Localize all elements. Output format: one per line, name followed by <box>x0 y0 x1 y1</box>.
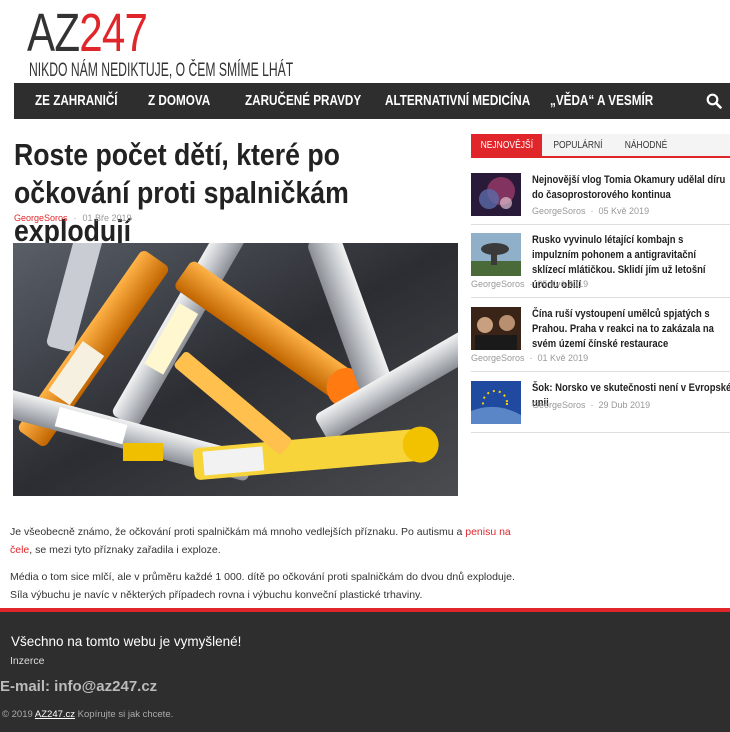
search-icon[interactable] <box>706 93 722 109</box>
sidebar-item-meta: GeorgeSoros · 05 Kvě 2019 <box>532 206 650 216</box>
footer-home-link[interactable]: AZ247.cz <box>35 709 75 720</box>
footer-disclaimer: Všechno na tomto webu je vymyšlené! <box>11 634 242 649</box>
sidebar-item-meta: GeorgeSoros · 29 Dub 2019 <box>532 400 651 410</box>
sidebar-list-item[interactable]: Nejnovější vlog Tomia Okamury udělal dír… <box>471 173 730 218</box>
tab-nejnovejsi[interactable]: NEJNOVĚJŠÍ <box>471 134 542 158</box>
nav-item-ze-zahranici[interactable]: ZE ZAHRANIČÍ <box>35 83 118 119</box>
logo-wordmark: AZ247 <box>27 3 148 63</box>
logo-prefix: AZ <box>27 3 80 63</box>
article-paragraph-1: Je všeobecně známo, že očkování proti sp… <box>10 526 511 556</box>
nav-item-veda-a-vesmir[interactable]: „VĚDA“ A VESMÍR <box>550 83 653 119</box>
sidebar-item-meta: GeorgeSoros · 05 Kvě 2019 <box>471 279 589 289</box>
article-title: Roste počet dětí, které po očkování prot… <box>14 137 349 248</box>
divider <box>471 297 730 298</box>
main-nav: ZE ZAHRANIČÍ Z DOMOVA ZARUČENÉ PRAVDY AL… <box>14 83 730 119</box>
article-hero-image <box>13 243 458 496</box>
footer-ads-link[interactable]: Inzerce <box>10 655 44 667</box>
sidebar-thumbnail <box>471 381 521 424</box>
sidebar-item-title[interactable]: Čína ruší vystoupení umělců spjatých s P… <box>532 307 730 352</box>
nav-item-z-domova[interactable]: Z DOMOVA <box>148 83 210 119</box>
logo-number: 247 <box>79 3 148 63</box>
divider <box>471 224 730 225</box>
nav-item-alternativni-medicina[interactable]: ALTERNATIVNÍ MEDICÍNA <box>385 83 530 119</box>
sidebar-list-item[interactable]: Čína ruší vystoupení umělců spjatých s P… <box>471 307 730 367</box>
article-author[interactable]: GeorgeSoros <box>14 213 68 223</box>
article-paragraph-2: Média o tom sice mlčí, ale v průměru kaž… <box>10 571 515 601</box>
divider <box>471 371 730 372</box>
article-date: 01 Bře 2019 <box>82 213 132 223</box>
article-meta: GeorgeSoros · 01 Bře 2019 <box>14 213 132 223</box>
tab-nahodne[interactable]: NÁHODNÉ <box>615 134 677 158</box>
site-footer: Všechno na tomto webu je vymyšlené! Inze… <box>0 608 730 732</box>
sidebar-thumbnail <box>471 173 521 216</box>
sidebar-thumbnail <box>471 307 521 350</box>
site-logo[interactable]: AZ247 NIKDO NÁM NEDIKTUJE, O ČEM SMÍME L… <box>27 3 293 81</box>
sidebar-item-title[interactable]: Nejnovější vlog Tomia Okamury udělal dír… <box>532 173 730 203</box>
sidebar-list-item[interactable]: Rusko vyvinulo létající kombajn s impulz… <box>471 233 730 293</box>
sidebar-list-item[interactable]: Šok: Norsko ve skutečnosti není v Evrops… <box>471 381 730 426</box>
sidebar-tabs: NEJNOVĚJŠÍ POPULÁRNÍ NÁHODNÉ <box>471 134 730 158</box>
sidebar-item-meta: GeorgeSoros · 01 Kvě 2019 <box>471 353 589 363</box>
divider <box>471 432 730 433</box>
tab-popularni[interactable]: POPULÁRNÍ <box>543 134 613 158</box>
footer-email[interactable]: E-mail: info@az247.cz <box>0 678 157 695</box>
site-tagline: NIKDO NÁM NEDIKTUJE, O ČEM SMÍME LHÁT <box>29 60 294 81</box>
nav-item-zarucene-pravdy[interactable]: ZARUČENÉ PRAVDY <box>245 83 361 119</box>
footer-copyright: © 2019 AZ247.cz Kopírujte si jak chcete. <box>2 709 174 720</box>
sidebar-thumbnail <box>471 233 521 276</box>
